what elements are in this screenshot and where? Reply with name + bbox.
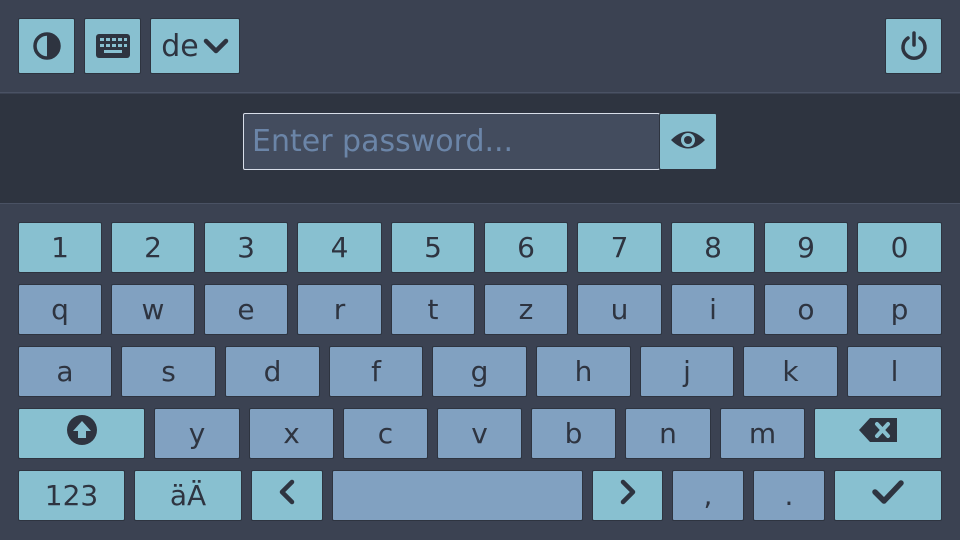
key-4[interactable]: 4 xyxy=(297,222,382,273)
key-a[interactable]: a xyxy=(18,346,112,397)
key-e[interactable]: e xyxy=(204,284,288,335)
shift-icon xyxy=(66,414,98,453)
key-c[interactable]: c xyxy=(343,408,428,459)
language-select[interactable]: de xyxy=(150,18,240,74)
shift-key[interactable] xyxy=(18,408,145,459)
key-7[interactable]: 7 xyxy=(577,222,662,273)
key-j[interactable]: j xyxy=(640,346,734,397)
contrast-toggle-button[interactable] xyxy=(18,18,75,74)
checkmark-icon xyxy=(871,479,905,512)
keyboard-toggle-button[interactable] xyxy=(84,18,141,74)
key-t[interactable]: t xyxy=(391,284,475,335)
keyboard-icon xyxy=(95,33,131,59)
space-key[interactable] xyxy=(332,470,583,521)
numbers-key[interactable]: 123 xyxy=(18,470,125,521)
key-o[interactable]: o xyxy=(764,284,848,335)
key-n[interactable]: n xyxy=(625,408,711,459)
key-p[interactable]: p xyxy=(857,284,942,335)
key-9[interactable]: 9 xyxy=(764,222,848,273)
key-comma[interactable]: , xyxy=(672,470,744,521)
key-y[interactable]: y xyxy=(154,408,240,459)
key-b[interactable]: b xyxy=(531,408,616,459)
eye-icon xyxy=(669,128,707,156)
key-g[interactable]: g xyxy=(432,346,527,397)
chevron-right-icon xyxy=(618,478,638,513)
show-password-button[interactable] xyxy=(659,113,717,170)
cursor-left-key[interactable] xyxy=(251,470,323,521)
key-period[interactable]: . xyxy=(753,470,825,521)
cursor-right-key[interactable] xyxy=(592,470,663,521)
key-z[interactable]: z xyxy=(484,284,568,335)
key-d[interactable]: d xyxy=(225,346,320,397)
language-label: de xyxy=(161,28,199,64)
umlaut-key[interactable]: äÄ xyxy=(134,470,242,521)
key-6[interactable]: 6 xyxy=(484,222,568,273)
backspace-key[interactable] xyxy=(814,408,942,459)
key-1[interactable]: 1 xyxy=(18,222,102,273)
top-bar xyxy=(0,0,960,93)
password-input[interactable] xyxy=(243,113,660,170)
key-u[interactable]: u xyxy=(577,284,662,335)
key-x[interactable]: x xyxy=(249,408,334,459)
enter-key[interactable] xyxy=(834,470,942,521)
key-8[interactable]: 8 xyxy=(671,222,755,273)
key-f[interactable]: f xyxy=(329,346,423,397)
power-icon xyxy=(898,30,930,62)
key-i[interactable]: i xyxy=(671,284,755,335)
key-5[interactable]: 5 xyxy=(391,222,475,273)
chevron-down-icon xyxy=(203,37,229,55)
key-v[interactable]: v xyxy=(437,408,522,459)
key-s[interactable]: s xyxy=(121,346,216,397)
key-w[interactable]: w xyxy=(111,284,195,335)
key-0[interactable]: 0 xyxy=(857,222,942,273)
key-q[interactable]: q xyxy=(18,284,102,335)
key-h[interactable]: h xyxy=(536,346,631,397)
key-k[interactable]: k xyxy=(743,346,838,397)
contrast-icon xyxy=(31,30,63,62)
chevron-left-icon xyxy=(277,478,297,513)
key-l[interactable]: l xyxy=(847,346,942,397)
key-3[interactable]: 3 xyxy=(204,222,288,273)
key-r[interactable]: r xyxy=(297,284,382,335)
power-button[interactable] xyxy=(885,18,942,74)
key-2[interactable]: 2 xyxy=(111,222,195,273)
backspace-icon xyxy=(857,416,899,451)
key-m[interactable]: m xyxy=(720,408,805,459)
